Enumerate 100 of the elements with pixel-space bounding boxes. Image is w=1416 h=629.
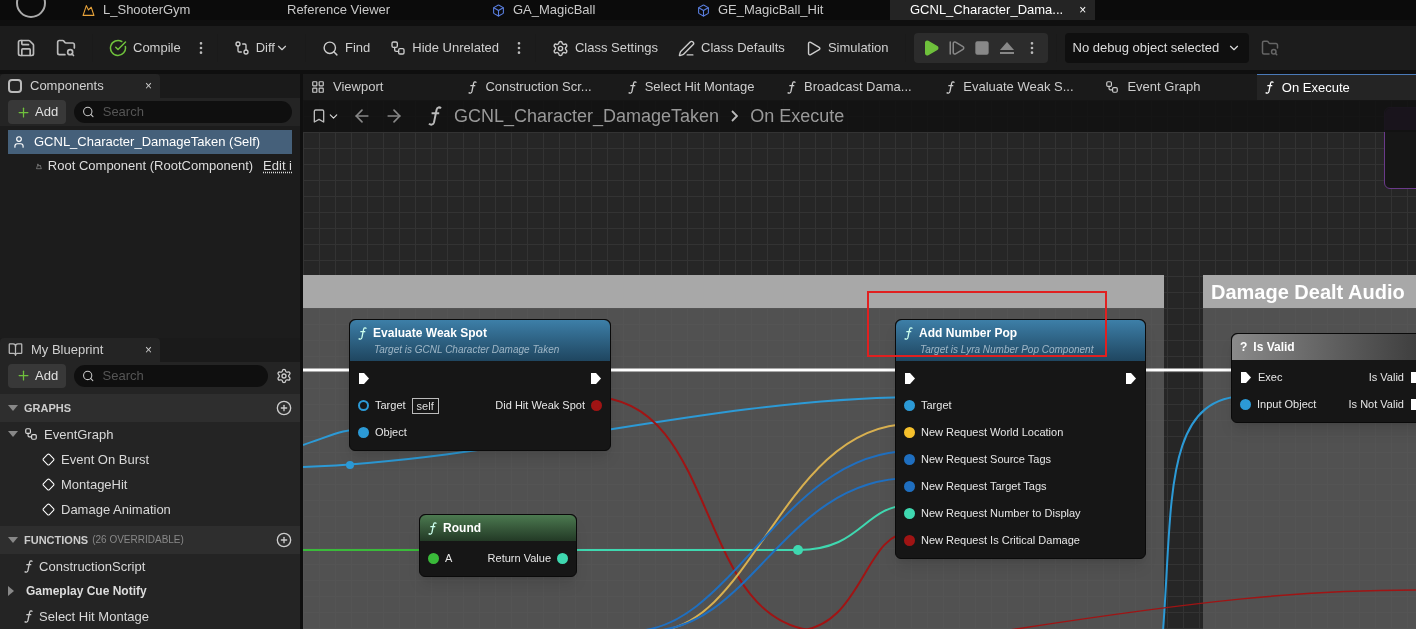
search-field[interactable]: Search: [74, 365, 268, 387]
diff-button[interactable]: Diff: [225, 32, 297, 64]
compile-icon: [109, 39, 127, 57]
save-icon[interactable]: [16, 38, 36, 58]
document-tab[interactable]: Reference Viewer: [275, 0, 480, 20]
search-icon: [82, 105, 95, 120]
graph-tab[interactable]: Evaluate Weak S...: [938, 74, 1098, 100]
graph-canvas[interactable]: [303, 100, 1416, 629]
blueprint-item[interactable]: Event On Burst: [61, 449, 150, 470]
blueprint-item[interactable]: MontageHit: [61, 474, 128, 495]
pin-label: Did Hit Weak Spot: [495, 398, 585, 414]
function-icon: [428, 106, 442, 126]
close-icon[interactable]: ×: [1079, 1, 1087, 19]
search-input[interactable]: Search: [102, 366, 260, 386]
add-circle-icon[interactable]: [276, 400, 292, 416]
add-button[interactable]: Add: [8, 100, 67, 125]
data-pin-icon[interactable]: [557, 553, 568, 564]
data-pin-icon[interactable]: [904, 400, 915, 411]
class-settings-button[interactable]: Class Settings: [543, 32, 667, 64]
simulation-button[interactable]: Simulation: [796, 32, 897, 64]
graph-tab[interactable]: Event Graph: [1097, 74, 1257, 100]
breadcrumb-item[interactable]: GCNL_Character_DamageTaken: [454, 102, 720, 130]
collapse-arrow-icon[interactable]: [8, 586, 14, 597]
component-item[interactable]: GCNL_Character_DamageTaken (Self): [8, 130, 292, 155]
data-pin-icon[interactable]: [428, 553, 439, 564]
chevron-right-icon: [731, 110, 739, 122]
data-pin-icon[interactable]: [358, 400, 369, 411]
blueprint-item[interactable]: Gameplay Cue Notify: [26, 582, 147, 601]
graph-tab[interactable]: On Execute: [1256, 74, 1416, 100]
expand-arrow-icon[interactable]: [8, 405, 18, 411]
eject-icon[interactable]: [997, 40, 1016, 56]
close-icon[interactable]: ×: [145, 77, 152, 96]
exec-pin-icon[interactable]: [358, 372, 370, 385]
pin-value-field[interactable]: self: [411, 397, 439, 414]
bookmark-icon[interactable]: [311, 108, 327, 124]
add-button[interactable]: Add: [8, 364, 67, 388]
component-item[interactable]: Root Component (RootComponent): [47, 156, 254, 176]
close-icon[interactable]: ×: [145, 340, 152, 359]
blueprint-item[interactable]: EventGraph: [44, 424, 114, 445]
exec-pin-icon[interactable]: [904, 372, 916, 385]
exec-pin-icon[interactable]: [1240, 371, 1252, 384]
pen-icon: [678, 39, 696, 57]
data-pin-icon[interactable]: [904, 508, 915, 519]
document-tab[interactable]: GE_MagicBall_Hit: [685, 0, 890, 20]
class-defaults-button[interactable]: Class Defaults: [670, 32, 793, 64]
debug-object-dropdown[interactable]: No debug object selected: [1064, 33, 1250, 63]
exec-pin-icon[interactable]: [590, 372, 602, 385]
function-icon: [24, 560, 34, 573]
pin-label: Exec: [1258, 370, 1283, 386]
event-icon: [42, 478, 55, 491]
document-tab[interactable]: GA_MagicBall: [480, 0, 685, 20]
graph-tab[interactable]: Viewport: [303, 74, 461, 100]
graph-tab[interactable]: Select Hit Montage: [619, 74, 779, 100]
expand-arrow-icon[interactable]: [8, 431, 18, 438]
step-icon[interactable]: [947, 39, 966, 57]
graph-node[interactable]: Add Number Pop Target is Lyra Number Pop Component Target New Request World Location New Request Source Tags New Request Target Tags New Request Number to Display New Request Is Critical Damage: [895, 319, 1146, 559]
graph-icon: [1105, 80, 1120, 94]
node-title: Round: [443, 520, 482, 537]
function-icon: [358, 326, 368, 340]
blueprint-item[interactable]: ConstructionScript: [39, 556, 146, 577]
expand-arrow-icon[interactable]: [8, 537, 18, 543]
hide-unrelated-button[interactable]: Hide Unrelated: [382, 32, 507, 64]
search-field[interactable]: Search: [74, 101, 292, 124]
pin-label: Input Object: [1257, 397, 1317, 413]
search-icon: [321, 39, 339, 57]
graph-tab[interactable]: Construction Scr...: [460, 74, 620, 100]
document-tab[interactable]: L_ShooterGym: [70, 0, 275, 20]
graph-node[interactable]: Round A Return Value: [419, 514, 577, 577]
function-icon: [786, 80, 796, 94]
stop-icon[interactable]: [973, 40, 990, 56]
pin-label: A: [445, 551, 453, 567]
function-icon: [468, 80, 478, 94]
add-circle-icon[interactable]: [276, 532, 292, 548]
pin-label: Target: [921, 398, 952, 414]
settings-icon[interactable]: [276, 368, 292, 384]
data-pin-icon[interactable]: [1240, 399, 1251, 410]
graph-tab[interactable]: Broadcast Dama...: [778, 74, 939, 100]
blueprint-item[interactable]: Damage Animation: [61, 499, 171, 520]
exec-pin-icon[interactable]: [1125, 372, 1137, 385]
graph-icon: [24, 427, 38, 442]
browse-icon[interactable]: [56, 38, 76, 58]
edit-link[interactable]: Edit i: [263, 156, 292, 176]
blueprint-item[interactable]: Select Hit Montage: [39, 606, 149, 627]
diff-icon: [233, 40, 250, 56]
breadcrumb-item[interactable]: On Execute: [750, 102, 845, 130]
graph-node[interactable]: Evaluate Weak Spot Target is GCNL Character Damage Taken Target self Object Did Hit Weak Spot: [349, 319, 611, 451]
section-title: FUNCTIONS: [24, 532, 89, 548]
pin-label: New Request Is Critical Damage: [921, 533, 1080, 549]
pin-label: New Request Target Tags: [921, 479, 1047, 495]
cube-icon: [492, 3, 505, 17]
search-input[interactable]: Search: [102, 102, 284, 122]
find-button[interactable]: Find: [313, 32, 379, 64]
document-tab[interactable]: GCNL_Character_Dama... ×: [890, 0, 1095, 20]
compile-button[interactable]: Compile: [101, 32, 189, 64]
pin-label: New Request Number to Display: [921, 506, 1081, 522]
graph-node[interactable]: ? Is Valid Exec Input Object Is Valid Is Not Valid: [1231, 333, 1416, 423]
function-icon: [627, 80, 637, 94]
section-note: (26 OVERRIDABLE): [92, 533, 184, 548]
function-icon: [904, 326, 914, 340]
data-pin-icon[interactable]: [358, 427, 369, 438]
